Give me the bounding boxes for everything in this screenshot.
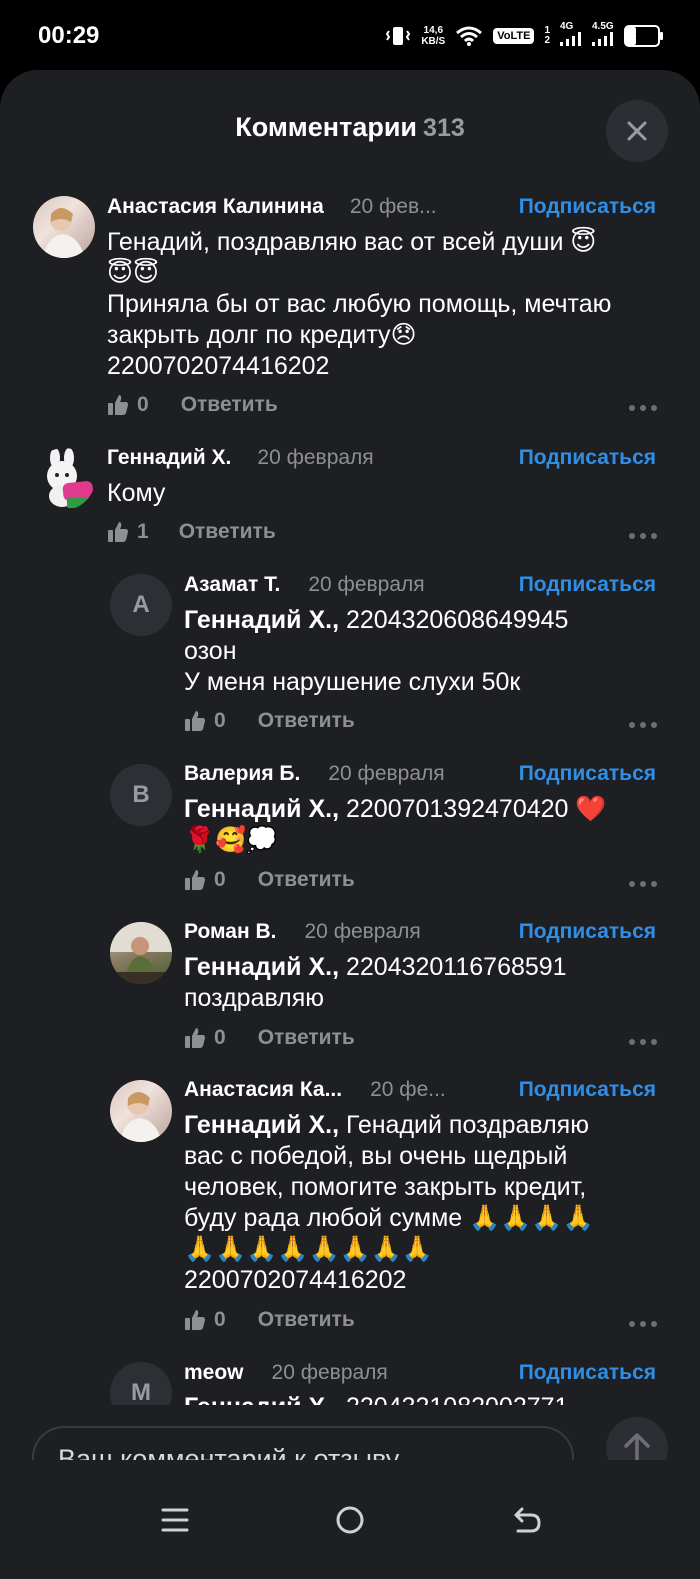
more-menu-icon[interactable]: [629, 1039, 657, 1045]
reply-button[interactable]: Ответить: [181, 393, 278, 417]
recent-apps-button[interactable]: [145, 1490, 205, 1550]
home-button[interactable]: [320, 1490, 380, 1550]
comment-date: 20 фе...: [370, 1078, 446, 1101]
subscribe-button[interactable]: Подписаться: [519, 1078, 656, 1102]
status-bar: 00:29 14,6 KB/S VoLTE 12 4G 4.5G 32: [0, 0, 700, 72]
reply-button[interactable]: Ответить: [258, 1026, 355, 1050]
comment-author[interactable]: Роман В.: [184, 920, 277, 944]
net-type-2: 4.5G: [592, 22, 614, 49]
back-icon: [514, 1507, 541, 1533]
subscribe-button[interactable]: Подписаться: [519, 762, 656, 786]
avatar-photo: [120, 1092, 162, 1142]
avatar[interactable]: В: [110, 764, 172, 826]
comment-author[interactable]: meow: [184, 1361, 244, 1385]
home-circle-icon: [336, 1506, 364, 1534]
comment-date: 20 фев...: [349, 195, 437, 218]
like-count: 1: [137, 520, 149, 543]
like-count: 0: [214, 1026, 226, 1049]
like-count: 0: [214, 1308, 226, 1331]
comment-date: 20 февраля: [257, 446, 374, 469]
mention[interactable]: Геннадий Х.,: [184, 1393, 339, 1405]
subscribe-button[interactable]: Подписаться: [519, 446, 656, 470]
sim-slots: 12: [544, 24, 550, 46]
subscribe-button[interactable]: Подписаться: [519, 573, 656, 597]
comment-text: Кому: [107, 479, 166, 507]
like-count: 0: [214, 868, 226, 891]
comments-sheet: Комментарии 313 Анастасия Калинина 20 фев…: [0, 70, 700, 1579]
more-menu-icon[interactable]: [629, 1321, 657, 1327]
comment-author[interactable]: Геннадий Х.: [107, 446, 231, 470]
like-icon[interactable]: [107, 521, 129, 543]
subscribe-button[interactable]: Подписаться: [519, 195, 656, 219]
like-icon[interactable]: [184, 1027, 206, 1049]
avatar[interactable]: M: [110, 1362, 172, 1405]
avatar[interactable]: А: [110, 574, 172, 636]
battery-icon: 32: [624, 24, 663, 47]
reply-button[interactable]: Ответить: [258, 868, 355, 892]
comment-date: 20 февраля: [328, 762, 445, 785]
comment-text: Геннадий Х., 2204320116768591 поздравляю: [184, 953, 567, 1012]
vibrate-icon: [386, 26, 411, 45]
comment-date: 20 февраля: [304, 920, 421, 943]
like-icon[interactable]: [107, 394, 129, 416]
reply-button[interactable]: Ответить: [258, 1308, 355, 1332]
status-time: 00:29: [38, 22, 100, 49]
avatar-photo: [110, 922, 172, 984]
signal-icon: [592, 32, 613, 46]
comment-author[interactable]: Анастасия Калинина: [107, 195, 324, 219]
like-icon[interactable]: [184, 1309, 206, 1331]
comment-text: Генадий, поздравляю вас от всей души 😇 😇…: [107, 228, 612, 380]
menu-icon: [161, 1508, 189, 1532]
back-button[interactable]: [497, 1490, 557, 1550]
comment-text: Геннадий Х., 2200701392470420 ❤️ 🌹🥰💭: [184, 795, 607, 854]
like-icon[interactable]: [184, 869, 206, 891]
avatar-photo: [43, 208, 85, 258]
like-count: 0: [137, 393, 149, 416]
subscribe-button[interactable]: Подписаться: [519, 920, 656, 944]
net-type-1: 4G: [560, 22, 582, 49]
comment-text: Геннадий Х., 2204320608649945 озон У мен…: [184, 606, 569, 696]
more-menu-icon[interactable]: [629, 405, 657, 411]
comment-author[interactable]: Азамат Т.: [184, 573, 280, 597]
avatar-bunny-sticker: [47, 448, 94, 508]
system-navigation-bar: [0, 1460, 700, 1579]
status-icons: 14,6 KB/S VoLTE 12 4G 4.5G 32: [385, 22, 663, 49]
comment-author[interactable]: Валерия Б.: [184, 762, 300, 786]
reply-button[interactable]: Ответить: [179, 520, 276, 544]
wifi-icon: [456, 26, 483, 46]
subscribe-button[interactable]: Подписаться: [519, 1361, 656, 1385]
comment-date: 20 февраля: [308, 573, 425, 596]
more-menu-icon[interactable]: [629, 881, 657, 887]
avatar[interactable]: [110, 1080, 172, 1142]
network-speed: 14,6 KB/S: [421, 24, 446, 47]
signal-icon: [560, 32, 581, 46]
comments-list[interactable]: Анастасия Калинина 20 фев... Подписаться…: [0, 70, 700, 1405]
avatar[interactable]: [33, 196, 95, 258]
more-menu-icon[interactable]: [629, 533, 657, 539]
like-icon[interactable]: [184, 710, 206, 732]
avatar[interactable]: [33, 448, 95, 510]
avatar[interactable]: [110, 922, 172, 984]
more-menu-icon[interactable]: [629, 722, 657, 728]
reply-button[interactable]: Ответить: [258, 709, 355, 733]
mention[interactable]: Геннадий Х.,: [184, 953, 339, 981]
comment-text: Геннадий Х., 2204321082002771: [184, 1392, 674, 1405]
mention[interactable]: Геннадий Х.,: [184, 1111, 339, 1139]
mention[interactable]: Геннадий Х.,: [184, 606, 339, 634]
comment-author[interactable]: Анастасия Ка...: [184, 1078, 342, 1102]
comment-text: Геннадий Х., Генадий поздравляю вас с по…: [184, 1111, 594, 1294]
volte-badge: VoLTE: [493, 27, 535, 44]
mention[interactable]: Геннадий Х.,: [184, 795, 339, 823]
comment-date: 20 февраля: [271, 1361, 388, 1384]
like-count: 0: [214, 709, 226, 732]
